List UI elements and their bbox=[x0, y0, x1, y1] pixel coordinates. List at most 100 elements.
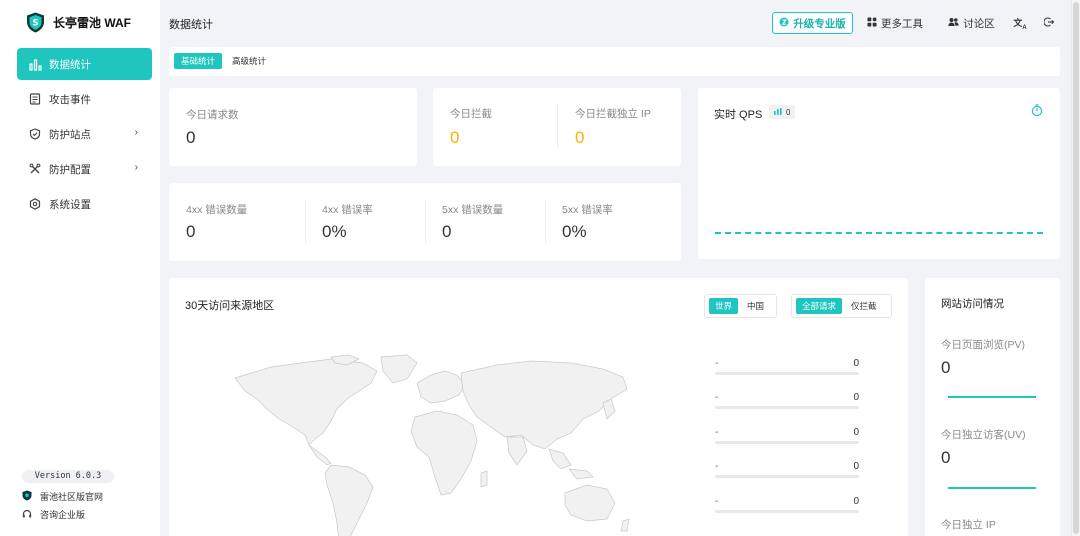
err-4xx-count-label: 4xx 错误数量 bbox=[186, 204, 248, 216]
region-count: 0 bbox=[853, 358, 859, 369]
today-requests-value: 0 bbox=[186, 128, 196, 147]
today-blocked-value: 0 bbox=[450, 128, 460, 147]
divider bbox=[557, 104, 558, 148]
version-badge: Version 6.0.3 bbox=[22, 470, 114, 483]
sidebar-item-settings[interactable]: 系统设置 bbox=[17, 188, 152, 220]
pv-label: 今日页面浏览(PV) bbox=[941, 339, 1025, 351]
logout-icon bbox=[1043, 16, 1055, 30]
enterprise-consult-link[interactable]: 咨询企业版 bbox=[22, 508, 85, 521]
document-icon bbox=[28, 92, 42, 106]
divider bbox=[545, 199, 546, 243]
sidebar-item-label: 防护站点 bbox=[49, 128, 91, 141]
visitor-region-map-card: 30天访问来源地区 世界 中国 全部请求 仅拦截 - 0 - 0 - 0 - 0… bbox=[169, 278, 908, 536]
divider bbox=[305, 199, 306, 243]
pv-trend-line bbox=[948, 396, 1036, 398]
forum-button[interactable]: 讨论区 bbox=[943, 12, 1000, 34]
qps-title: 实时 QPS bbox=[714, 109, 763, 121]
qps-line bbox=[715, 232, 1043, 234]
region-bar bbox=[715, 372, 859, 375]
bar-chart-icon bbox=[774, 107, 782, 117]
today-blocked-label: 今日拦截 bbox=[450, 108, 492, 120]
upgrade-button[interactable]: 升级专业版 bbox=[772, 12, 853, 34]
chevron-right-icon: › bbox=[134, 162, 138, 173]
uv-label: 今日独立访客(UV) bbox=[941, 429, 1026, 441]
region-name: - bbox=[715, 461, 719, 472]
today-requests-label: 今日请求数 bbox=[186, 109, 239, 121]
page-title: 数据统计 bbox=[169, 19, 213, 31]
sidebar-item-stats[interactable]: 数据统计 bbox=[17, 48, 152, 80]
region-bar bbox=[715, 441, 859, 444]
scrollbar-thumb[interactable] bbox=[1073, 2, 1079, 534]
users-icon bbox=[948, 17, 959, 30]
today-requests-card: 今日请求数 0 bbox=[169, 88, 417, 166]
region-name: - bbox=[715, 358, 719, 369]
map-filter-toggle: 全部请求 仅拦截 bbox=[791, 294, 892, 318]
err-5xx-count-label: 5xx 错误数量 bbox=[442, 204, 504, 216]
sidebar-item-label: 防护配置 bbox=[49, 163, 91, 176]
err-5xx-rate-label: 5xx 错误率 bbox=[562, 204, 613, 216]
tab-advanced-stats[interactable]: 高级统计 bbox=[225, 53, 273, 69]
language-button[interactable]: 文A bbox=[1009, 12, 1031, 34]
site-access-title: 网站访问情况 bbox=[941, 298, 1004, 310]
logout-button[interactable] bbox=[1038, 12, 1060, 34]
qps-badge: 0 bbox=[769, 105, 796, 119]
uv-trend-line bbox=[948, 487, 1036, 489]
tab-basic-stats[interactable]: 基础统计 bbox=[174, 53, 223, 69]
chevron-right-icon: › bbox=[134, 127, 138, 138]
region-count: 0 bbox=[853, 461, 859, 472]
more-tools-button[interactable]: 更多工具 bbox=[862, 12, 928, 34]
error-stats-card: 4xx 错误数量 0 4xx 错误率 0% 5xx 错误数量 0 5xx 错误率… bbox=[169, 183, 681, 261]
apps-icon bbox=[867, 17, 877, 30]
shield-logo-icon bbox=[22, 490, 32, 503]
region-bar bbox=[715, 475, 859, 478]
divider bbox=[425, 199, 426, 243]
today-blocked-card: 今日拦截 0 今日拦截独立 IP 0 bbox=[433, 88, 681, 166]
err-5xx-count-value: 0 bbox=[442, 222, 452, 241]
community-site-label: 雷池社区版官网 bbox=[40, 492, 104, 502]
app-name: 长亭雷池 WAF bbox=[53, 16, 131, 30]
forum-label: 讨论区 bbox=[963, 17, 995, 30]
region-count: 0 bbox=[853, 496, 859, 507]
refresh-timer-icon[interactable] bbox=[1031, 104, 1043, 120]
region-bar bbox=[715, 406, 859, 409]
region-name: - bbox=[715, 496, 719, 507]
site-access-card: 网站访问情况 今日页面浏览(PV) 0 今日独立访客(UV) 0 今日独立 IP bbox=[925, 278, 1060, 536]
qps-badge-value: 0 bbox=[786, 107, 791, 117]
community-site-link[interactable]: 雷池社区版官网 bbox=[22, 490, 103, 503]
ip-label: 今日独立 IP bbox=[941, 519, 996, 531]
sidebar-item-protection-config[interactable]: 防护配置 › bbox=[17, 153, 152, 185]
map-title: 30天访问来源地区 bbox=[185, 300, 275, 312]
stats-tabs: 基础统计 高级统计 bbox=[169, 47, 1060, 76]
sidebar-item-label: 数据统计 bbox=[49, 58, 91, 71]
region-name: - bbox=[715, 392, 719, 403]
err-5xx-rate-value: 0% bbox=[562, 222, 587, 241]
sidebar-nav: 数据统计 攻击事件 防护站点 › 防护配置 › 系统设置 bbox=[17, 48, 152, 223]
sidebar-item-label: 攻击事件 bbox=[49, 93, 91, 106]
filter-blocked-option[interactable]: 仅拦截 bbox=[845, 298, 883, 314]
filter-all-option[interactable]: 全部请求 bbox=[796, 298, 843, 314]
pv-value: 0 bbox=[941, 358, 951, 377]
app-logo[interactable]: S 长亭雷池 WAF bbox=[26, 12, 131, 33]
scope-china-option[interactable]: 中国 bbox=[741, 298, 770, 314]
safeline-logo-icon: S bbox=[27, 12, 44, 33]
sidebar-item-sites[interactable]: 防护站点 › bbox=[17, 118, 152, 150]
region-bar bbox=[715, 510, 859, 513]
headset-icon bbox=[22, 509, 32, 521]
world-map[interactable] bbox=[231, 353, 636, 536]
translate-icon: 文A bbox=[1013, 17, 1027, 31]
map-scope-toggle: 世界 中国 bbox=[704, 294, 777, 318]
bar-chart-icon bbox=[28, 57, 42, 71]
gear-icon bbox=[28, 197, 42, 211]
region-name: - bbox=[715, 427, 719, 438]
upgrade-icon bbox=[779, 17, 789, 30]
sidebar-item-attacks[interactable]: 攻击事件 bbox=[17, 83, 152, 115]
page-scrollbar[interactable] bbox=[1071, 0, 1080, 536]
enterprise-consult-label: 咨询企业版 bbox=[40, 510, 86, 520]
tools-icon bbox=[28, 162, 42, 176]
region-count: 0 bbox=[853, 427, 859, 438]
scope-world-option[interactable]: 世界 bbox=[709, 298, 739, 314]
err-4xx-rate-label: 4xx 错误率 bbox=[322, 204, 373, 216]
err-4xx-count-value: 0 bbox=[186, 222, 196, 241]
today-blocked-ip-value: 0 bbox=[575, 128, 585, 147]
svg-text:S: S bbox=[32, 19, 38, 29]
